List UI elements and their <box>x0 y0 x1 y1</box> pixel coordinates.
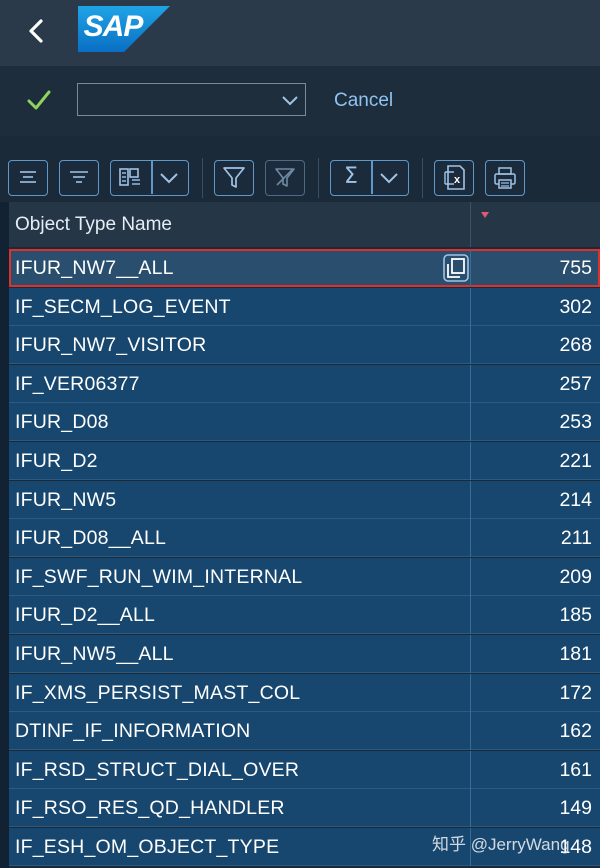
variant-dropdown[interactable] <box>77 83 306 116</box>
clear-filter-icon <box>275 168 295 187</box>
watermark: 知乎 @JerryWang <box>432 835 570 854</box>
table-row[interactable]: IF_SWF_RUN_WIM_INTERNAL 209 <box>9 557 600 596</box>
chevron-down-icon <box>282 96 298 106</box>
object-type-name-cell: DTINF_IF_INFORMATION <box>15 720 251 743</box>
print-button[interactable] <box>485 160 525 196</box>
count-cell: 209 <box>559 565 592 588</box>
sap-logo-text: SAP <box>83 10 144 43</box>
cancel-button[interactable]: Cancel <box>334 90 393 112</box>
table-row[interactable]: IFUR_D2__ALL 185 <box>9 596 600 635</box>
count-cell: 181 <box>559 643 592 665</box>
object-type-name-cell: IFUR_NW5__ALL <box>15 643 174 665</box>
count-cell: 211 <box>560 527 592 550</box>
count-cell: 161 <box>559 758 592 781</box>
object-type-name-cell: IF_RSD_STRUCT_DIAL_OVER <box>15 758 300 781</box>
layout-icon <box>119 168 140 186</box>
export-excel-button[interactable]: x <box>434 160 474 196</box>
object-type-name-cell: IFUR_NW7_VISITOR <box>15 334 207 357</box>
align-top-button[interactable] <box>8 160 48 196</box>
print-icon <box>494 167 516 189</box>
column-divider <box>470 673 471 712</box>
filter-button[interactable] <box>214 160 254 196</box>
count-cell: 268 <box>559 334 592 357</box>
count-cell: 185 <box>559 604 592 627</box>
toolbar-separator <box>318 158 319 198</box>
count-cell: 253 <box>559 411 592 434</box>
column-divider <box>470 750 471 789</box>
object-type-name-cell: IFUR_D08__ALL <box>15 527 167 550</box>
object-type-name-cell: IFUR_D2__ALL <box>15 604 156 627</box>
column-divider <box>470 596 471 635</box>
object-type-name-cell: IF_RSO_RES_QD_HANDLER <box>15 797 285 820</box>
table-row[interactable]: IF_RSD_STRUCT_DIAL_OVER 161 <box>9 750 600 789</box>
chevron-down-icon[interactable] <box>371 160 409 196</box>
column-divider <box>470 789 471 828</box>
table-row[interactable]: IF_VER06377 257 <box>9 364 600 403</box>
object-type-name-cell: IFUR_NW5 <box>15 488 117 511</box>
back-button[interactable] <box>22 14 52 48</box>
object-type-name-cell: IF_ESH_OM_OBJECT_TYPE <box>15 836 280 858</box>
column-divider <box>470 557 471 596</box>
column-divider <box>470 364 471 403</box>
count-cell: 162 <box>559 720 592 743</box>
count-cell: 302 <box>559 295 592 318</box>
table-row[interactable]: IFUR_D08__ALL 211 <box>9 519 600 558</box>
count-cell: 257 <box>559 372 592 395</box>
table-row[interactable]: IF_RSO_RES_QD_HANDLER 149 <box>9 789 600 828</box>
table-left-strip <box>0 202 9 868</box>
sigma-icon: Σ <box>344 164 358 189</box>
column-divider <box>470 326 471 365</box>
column-divider <box>470 442 471 480</box>
table-row[interactable]: IFUR_D2 221 <box>9 442 600 480</box>
column-divider[interactable] <box>470 202 471 247</box>
layout-button[interactable] <box>110 160 189 196</box>
table-row[interactable]: IFUR_NW5__ALL 181 <box>9 635 600 673</box>
table-row[interactable]: IF_XMS_PERSIST_MAST_COL 172 <box>9 673 600 712</box>
object-type-name-cell: IF_SECM_LOG_EVENT <box>15 295 231 318</box>
column-divider <box>470 712 471 751</box>
svg-text:x: x <box>454 174 461 186</box>
toolbar-separator <box>202 158 203 198</box>
clear-filter-button[interactable] <box>265 160 305 196</box>
chevron-left-icon <box>29 19 43 43</box>
sap-logo: SAP <box>78 6 170 52</box>
filter-icon <box>223 167 245 188</box>
object-type-name-cell: IF_VER06377 <box>15 372 140 395</box>
align-middle-icon <box>70 171 88 183</box>
table-row[interactable]: IFUR_NW7_VISITOR 268 <box>9 326 600 365</box>
copy-icon[interactable] <box>443 254 469 282</box>
column-divider <box>470 249 471 287</box>
chevron-down-icon[interactable] <box>151 160 189 196</box>
column-header-object-type-name[interactable]: Object Type Name <box>15 214 172 236</box>
count-cell: 755 <box>559 257 592 279</box>
sum-button[interactable]: Σ <box>330 160 409 196</box>
count-cell: 214 <box>559 488 592 511</box>
count-cell: 149 <box>559 797 592 820</box>
align-middle-button[interactable] <box>59 160 99 196</box>
checkmark-icon[interactable] <box>26 88 52 112</box>
table-row[interactable]: IFUR_D08 253 <box>9 403 600 442</box>
column-divider <box>470 635 471 673</box>
column-divider <box>470 480 471 519</box>
excel-export-icon: x <box>444 165 465 190</box>
object-type-name-cell: IF_XMS_PERSIST_MAST_COL <box>15 681 301 704</box>
table-row[interactable]: DTINF_IF_INFORMATION 162 <box>9 712 600 751</box>
object-type-name-cell: IF_SWF_RUN_WIM_INTERNAL <box>15 565 303 588</box>
object-type-name-cell: IFUR_D08 <box>15 411 109 434</box>
table-row[interactable]: IF_SECM_LOG_EVENT 302 <box>9 287 600 326</box>
object-type-name-cell: IFUR_NW7__ALL <box>15 257 174 279</box>
align-top-icon <box>20 171 36 183</box>
count-cell: 221 <box>559 450 592 472</box>
toolbar-separator <box>422 158 423 198</box>
object-type-name-cell: IFUR_D2 <box>15 450 98 472</box>
table-row[interactable]: IFUR_NW5 214 <box>9 480 600 519</box>
sort-descending-icon[interactable] <box>481 211 489 219</box>
column-divider <box>470 287 471 326</box>
column-divider <box>470 519 471 558</box>
count-cell: 172 <box>559 681 592 704</box>
column-divider <box>470 403 471 442</box>
table-row[interactable]: IFUR_NW7__ALL 755 <box>9 249 600 287</box>
